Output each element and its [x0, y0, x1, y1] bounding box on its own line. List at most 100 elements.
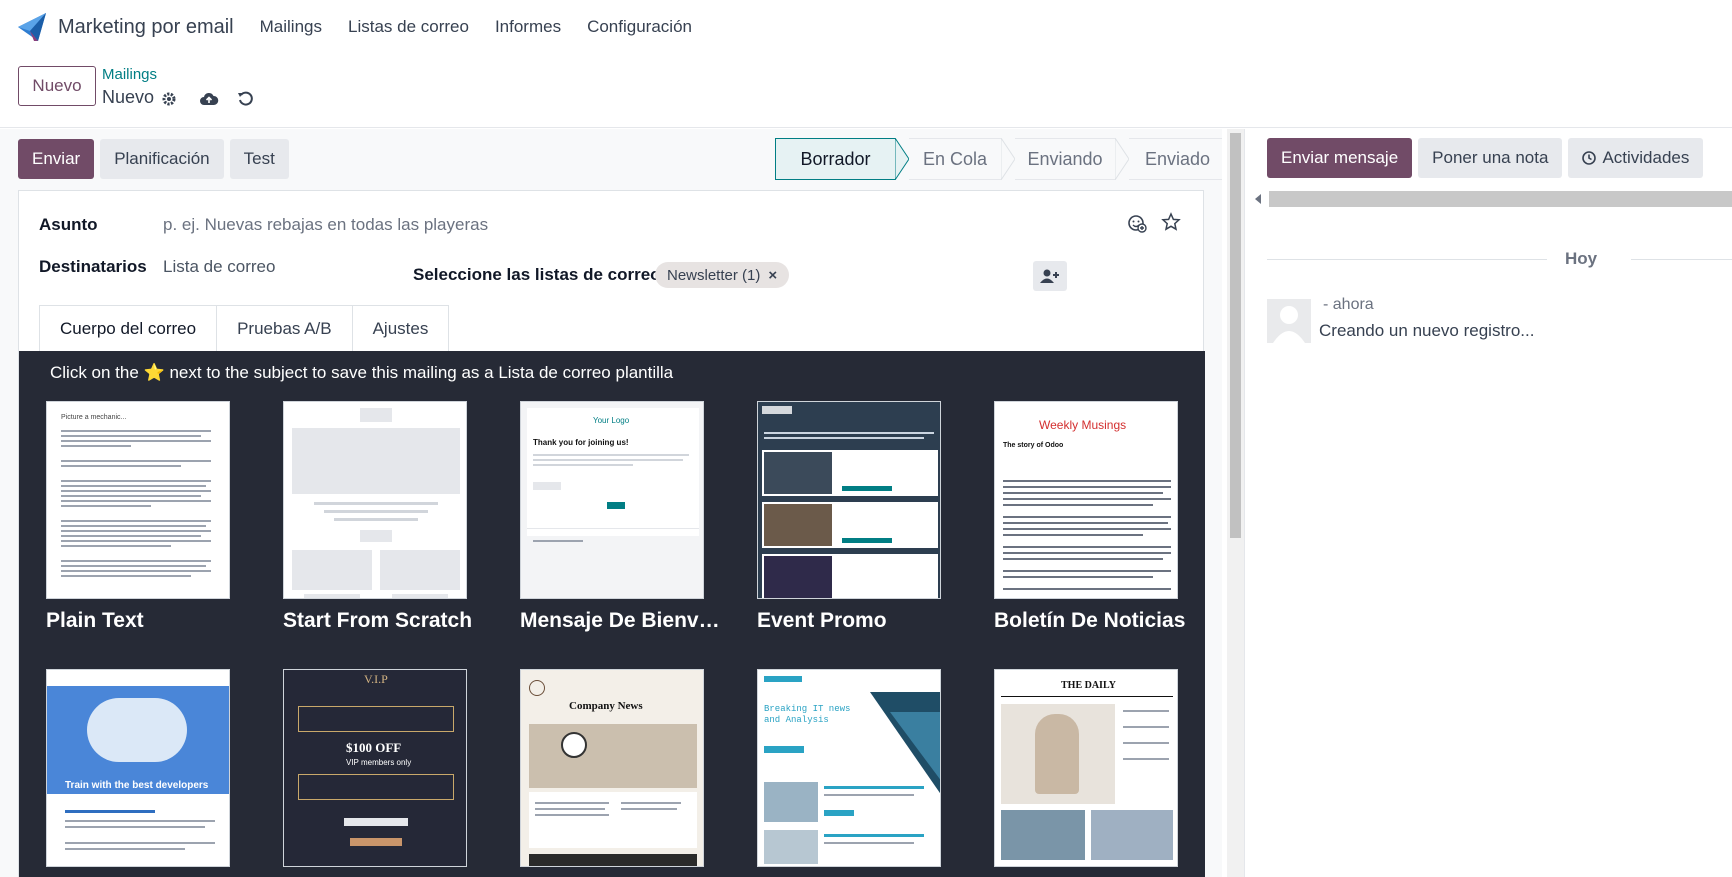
template-thumbnail — [757, 401, 941, 599]
hint-text: Click on the — [50, 363, 139, 382]
recipients-label: Destinatarios — [39, 257, 147, 276]
scroll-left-arrow-icon[interactable] — [1253, 193, 1263, 205]
thumb-text: V.I.P — [364, 672, 388, 686]
star-favorite-icon[interactable] — [1161, 212, 1181, 237]
newsletter-list-tag: Newsletter (1) × — [655, 262, 790, 288]
thumb-text: Breaking IT news and Analysis — [764, 704, 851, 725]
email-marketing-logo-icon[interactable] — [16, 11, 48, 43]
recipients-select[interactable]: Lista de correo — [163, 257, 275, 277]
template-thumbnail — [283, 401, 467, 599]
emoji-picker-icon[interactable] — [1127, 213, 1147, 238]
template-thumbnail: V.I.P $100 OFF VIP members only — [283, 669, 467, 867]
template-label: Mensaje De Bienvenida — [520, 609, 720, 632]
avatar — [1267, 299, 1311, 343]
scrollbar-thumb[interactable] — [1230, 133, 1241, 538]
control-panel: Nuevo Mailings Nuevo — [0, 54, 1732, 128]
activities-button[interactable]: Actividades — [1568, 138, 1704, 178]
template-label: Plain Text — [46, 609, 144, 632]
chatter-actions: Enviar mensaje Poner una nota Actividade… — [1267, 138, 1704, 178]
star-emoji-icon: ⭐ — [143, 363, 165, 382]
save-template-hint: Click on the ⭐ next to the subject to sa… — [50, 363, 673, 383]
stage-label: Borrador — [800, 148, 871, 169]
hint-text: next to the subject to save this mailing… — [169, 363, 674, 382]
subject-label: Asunto — [39, 215, 98, 234]
form-area: Enviar Planificación Test Borrador En Co… — [0, 129, 1222, 877]
breadcrumb-current: Nuevo — [102, 87, 155, 107]
stage-label: Enviando — [1027, 148, 1103, 169]
gear-icon[interactable] — [158, 88, 180, 110]
form-sheet: Asunto p. ej. Nuevas rebajas en todas la… — [18, 190, 1205, 877]
stage-arrow-icon — [1001, 138, 1015, 180]
template-label: Event Promo — [757, 609, 887, 632]
chatter-horizontal-scrollbar[interactable] — [1269, 191, 1732, 207]
thumb-text: Your Logo — [593, 416, 630, 425]
template-thumbnail: Your Logo Thank you for joining us! — [520, 401, 704, 599]
action-bar: Enviar Planificación Test — [18, 139, 289, 179]
template-gallery: Click on the ⭐ next to the subject to sa… — [19, 351, 1205, 877]
menu-informes[interactable]: Informes — [495, 17, 561, 37]
stage-arrow-icon — [1115, 138, 1129, 180]
template-plain-text[interactable]: Picture a mechanic... Plain Text — [46, 401, 230, 633]
template-company-news[interactable]: Company News — [520, 669, 704, 867]
thumb-text: The story of Odoo — [1003, 442, 1064, 449]
template-welcome-message[interactable]: Your Logo Thank you for joining us! Mens… — [520, 401, 720, 633]
chatter-panel: Enviar mensaje Poner una nota Actividade… — [1244, 129, 1732, 877]
thumb-text: VIP members only — [346, 758, 412, 767]
stage-enviando[interactable]: Enviando — [1015, 138, 1115, 180]
notebook-tabs: Cuerpo del correo Pruebas A/B Ajustes — [39, 305, 450, 351]
stage-label: Enviado — [1144, 148, 1211, 169]
thumb-text: Weekly Musings — [1039, 418, 1127, 432]
schedule-button[interactable]: Planificación — [100, 139, 224, 179]
tag-remove-icon[interactable]: × — [768, 267, 777, 284]
send-message-button[interactable]: Enviar mensaje — [1267, 138, 1413, 178]
tab-email-body[interactable]: Cuerpo del correo — [39, 305, 218, 351]
send-button[interactable]: Enviar — [18, 139, 95, 179]
stage-arrow-icon — [895, 138, 909, 180]
template-the-daily[interactable]: THE DAILY — [994, 669, 1178, 867]
template-thumbnail: Breaking IT news and Analysis — [757, 669, 941, 867]
stage-borrador[interactable]: Borrador — [775, 138, 895, 180]
menu-configuracion[interactable]: Configuración — [587, 17, 692, 37]
menu-listas-de-correo[interactable]: Listas de correo — [348, 17, 469, 37]
thumb-text: Company News — [569, 700, 643, 712]
day-label: Hoy — [1565, 249, 1598, 268]
tab-ab-testing[interactable]: Pruebas A/B — [216, 305, 353, 351]
app-title[interactable]: Marketing por email — [58, 16, 234, 39]
activities-label: Actividades — [1602, 148, 1690, 167]
day-divider — [1267, 259, 1547, 260]
user-plus-icon — [1040, 269, 1059, 283]
new-button[interactable]: Nuevo — [18, 66, 96, 106]
template-label: Boletín De Noticias — [994, 609, 1186, 632]
template-thumbnail: Train with the best developers — [46, 669, 230, 867]
form-scrollbar[interactable] — [1227, 129, 1244, 877]
clock-icon — [1582, 151, 1597, 165]
template-newsletter[interactable]: Weekly Musings The story of Odoo Boletín… — [994, 401, 1185, 633]
template-thumbnail: Company News — [520, 669, 704, 867]
test-button[interactable]: Test — [229, 139, 289, 179]
template-event-promo[interactable]: Event Promo — [757, 401, 941, 633]
template-label: Start From Scratch — [283, 609, 473, 632]
day-divider — [1631, 259, 1732, 260]
message-body: Creando un nuevo registro... — [1319, 321, 1535, 340]
template-it-news[interactable]: Breaking IT news and Analysis — [757, 669, 941, 867]
thumb-text: $100 OFF — [346, 740, 402, 755]
breadcrumb-mailings[interactable]: Mailings — [102, 66, 157, 83]
template-start-from-scratch[interactable]: Start From Scratch — [283, 401, 472, 633]
discard-undo-icon[interactable] — [234, 88, 256, 110]
log-note-button[interactable]: Poner una nota — [1418, 138, 1563, 178]
top-navbar: Marketing por email Mailings Listas de c… — [0, 0, 1732, 54]
stage-en-cola[interactable]: En Cola — [909, 138, 1001, 180]
tag-label: Newsletter (1) — [667, 266, 761, 284]
menu-mailings[interactable]: Mailings — [260, 17, 322, 37]
add-contact-button[interactable] — [1033, 261, 1067, 291]
tab-settings[interactable]: Ajustes — [351, 305, 450, 351]
template-thumbnail: Picture a mechanic... — [46, 401, 230, 599]
mailing-lists-label: Seleccione las listas de correo: — [413, 265, 667, 284]
cloud-upload-icon[interactable] — [198, 88, 220, 110]
stage-enviado[interactable]: Enviado — [1129, 138, 1222, 180]
message-timestamp: - ahora — [1323, 296, 1374, 313]
subject-input[interactable]: p. ej. Nuevas rebajas en todas las playe… — [163, 215, 488, 235]
thumb-text: Train with the best developers — [65, 780, 209, 791]
template-training[interactable]: Train with the best developers — [46, 669, 230, 867]
template-vip[interactable]: V.I.P $100 OFF VIP members only — [283, 669, 467, 867]
